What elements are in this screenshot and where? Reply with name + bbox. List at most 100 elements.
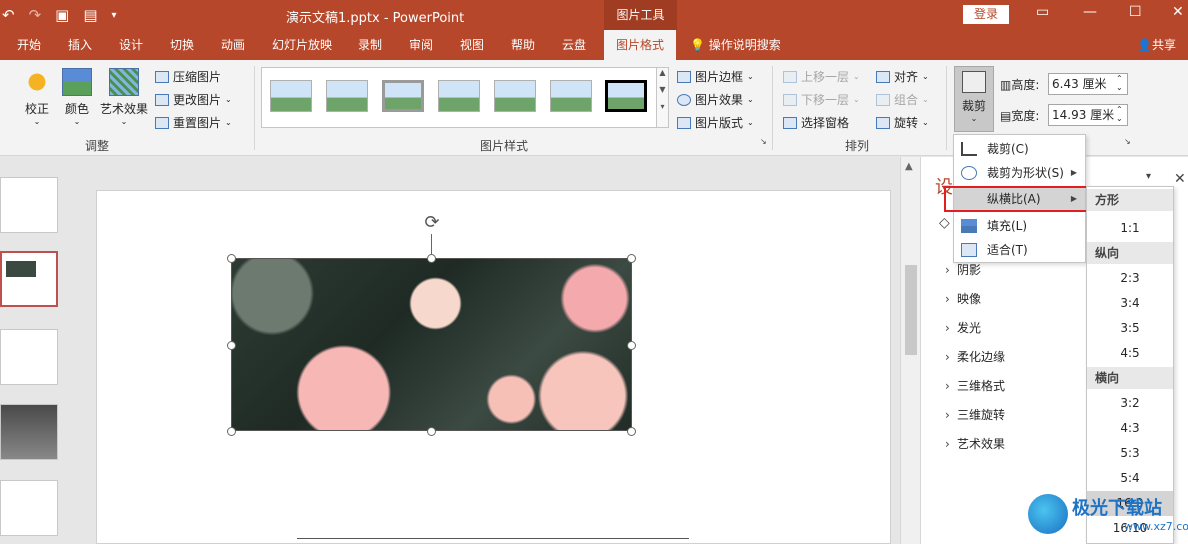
- aspect-1-1[interactable]: 1:1: [1087, 216, 1173, 241]
- slide-thumbnail[interactable]: [0, 480, 58, 536]
- resize-handle-middle-left[interactable]: [227, 341, 236, 350]
- fill-line-icon[interactable]: ◇: [939, 215, 950, 231]
- aspect-5-3[interactable]: 5:3: [1087, 441, 1173, 466]
- tab-slideshow[interactable]: 幻灯片放映: [272, 30, 332, 60]
- redo-icon[interactable]: ↷: [29, 6, 42, 24]
- picture-border-button[interactable]: 图片边框 ⌄: [677, 68, 754, 85]
- maximize-icon[interactable]: ☐: [1129, 4, 1142, 20]
- section-3d-rotation[interactable]: › 三维旋转: [945, 406, 1005, 423]
- section-artistic-effects[interactable]: › 艺术效果: [945, 435, 1005, 452]
- size-dialog-launcher-icon[interactable]: ↘: [1124, 137, 1131, 146]
- picture-style-5[interactable]: [494, 80, 536, 112]
- resize-handle-top-right[interactable]: [627, 254, 636, 263]
- picture-style-6[interactable]: [550, 80, 592, 112]
- scroll-down-icon[interactable]: ▼: [657, 85, 668, 94]
- customize-qat-icon[interactable]: ▾: [112, 10, 117, 21]
- crop-button[interactable]: 裁剪 ⌄: [954, 66, 994, 132]
- color-button[interactable]: 颜色 ⌄: [62, 68, 92, 126]
- send-backward-button[interactable]: 下移一层 ⌄: [783, 91, 860, 108]
- rotate-button[interactable]: 旋转 ⌄: [876, 114, 929, 131]
- aspect-5-4[interactable]: 5:4: [1087, 466, 1173, 491]
- aspect-3-4[interactable]: 3:4: [1087, 291, 1173, 316]
- corrections-button[interactable]: 校正 ⌄: [20, 68, 54, 126]
- aspect-3-5[interactable]: 3:5: [1087, 316, 1173, 341]
- menu-item-crop[interactable]: 裁剪(C): [954, 137, 1085, 161]
- submenu-arrow-icon: ▶: [1070, 168, 1077, 177]
- picture-layout-button[interactable]: 图片版式 ⌄: [677, 114, 754, 131]
- picture-effects-button[interactable]: 图片效果 ⌄: [677, 91, 754, 108]
- section-reflection[interactable]: › 映像: [945, 290, 981, 307]
- close-icon[interactable]: ✕: [1172, 4, 1184, 20]
- print-preview-icon[interactable]: ▤: [83, 6, 97, 24]
- slide-thumbnail[interactable]: [0, 329, 58, 385]
- spinner-height-icon[interactable]: ⌃ ⌄: [1116, 74, 1123, 92]
- group-objects-button[interactable]: 组合 ⌄: [876, 91, 929, 108]
- menu-item-fill[interactable]: 填充(L): [954, 214, 1085, 238]
- slideshow-icon[interactable]: ▣: [55, 6, 69, 24]
- artistic-effects-button[interactable]: 艺术效果 ⌄: [100, 68, 148, 126]
- vertical-scrollbar[interactable]: ▲: [900, 157, 920, 544]
- tab-design[interactable]: 设计: [119, 30, 143, 60]
- tab-home[interactable]: 开始: [17, 30, 41, 60]
- selected-picture-roses[interactable]: [231, 258, 632, 431]
- menu-item-crop-to-shape[interactable]: 裁剪为形状(S) ▶: [954, 161, 1085, 185]
- aspect-4-5[interactable]: 4:5: [1087, 341, 1173, 366]
- tab-record[interactable]: 录制: [358, 30, 382, 60]
- aspect-2-3[interactable]: 2:3: [1087, 266, 1173, 291]
- scroll-up-icon[interactable]: ▲: [657, 68, 668, 77]
- picture-style-7[interactable]: [605, 80, 647, 112]
- resize-handle-bottom-left[interactable]: [227, 427, 236, 436]
- resize-handle-bottom-middle[interactable]: [427, 427, 436, 436]
- slide-thumbnail-selected[interactable]: [0, 251, 58, 307]
- picture-styles-gallery[interactable]: ▲ ▼ ▾: [261, 67, 669, 128]
- slide-thumbnail[interactable]: [0, 404, 58, 460]
- picture-border-label: 图片边框: [695, 70, 744, 84]
- reset-picture-button[interactable]: 重置图片 ⌄: [155, 114, 232, 131]
- more-styles-icon[interactable]: ▾: [657, 102, 668, 111]
- tell-me-search[interactable]: 💡 操作说明搜索: [690, 30, 781, 60]
- change-picture-button[interactable]: 更改图片 ⌄: [155, 91, 232, 108]
- undo-icon[interactable]: ↶: [2, 6, 15, 24]
- resize-handle-bottom-right[interactable]: [627, 427, 636, 436]
- tab-view[interactable]: 视图: [460, 30, 484, 60]
- ribbon-display-options-icon[interactable]: ▭: [1036, 4, 1049, 20]
- gallery-scrollbar[interactable]: ▲ ▼ ▾: [656, 68, 668, 127]
- resize-handle-top-middle[interactable]: [427, 254, 436, 263]
- dialog-launcher-icon[interactable]: ↘: [760, 137, 767, 146]
- section-3d-format[interactable]: › 三维格式: [945, 377, 1005, 394]
- rotate-handle-icon[interactable]: ⟳: [423, 214, 441, 232]
- share-button[interactable]: 👤共享: [1137, 30, 1176, 60]
- section-soft-edges[interactable]: › 柔化边缘: [945, 348, 1005, 365]
- picture-style-4[interactable]: [438, 80, 480, 112]
- picture-style-1[interactable]: [270, 80, 312, 112]
- resize-handle-middle-right[interactable]: [627, 341, 636, 350]
- section-glow[interactable]: › 发光: [945, 319, 981, 336]
- tab-cloud[interactable]: 云盘: [562, 30, 586, 60]
- tab-animations[interactable]: 动画: [221, 30, 245, 60]
- spinner-width-icon[interactable]: ⌃ ⌄: [1116, 105, 1123, 123]
- picture-style-3[interactable]: [382, 80, 424, 112]
- tab-transitions[interactable]: 切换: [170, 30, 194, 60]
- align-button[interactable]: 对齐 ⌄: [876, 68, 929, 85]
- scrollbar-thumb[interactable]: [905, 265, 917, 355]
- menu-item-fit[interactable]: 适合(T): [954, 238, 1085, 262]
- chevron-right-icon: ›: [945, 350, 950, 364]
- pane-close-icon[interactable]: ✕: [1174, 171, 1186, 187]
- picture-style-2[interactable]: [326, 80, 368, 112]
- tab-picture-format[interactable]: 图片格式: [604, 30, 677, 60]
- section-shadow[interactable]: › 阴影: [945, 261, 981, 278]
- scroll-up-icon[interactable]: ▲: [905, 161, 913, 172]
- aspect-3-2[interactable]: 3:2: [1087, 391, 1173, 416]
- bring-forward-button[interactable]: 上移一层 ⌄: [783, 68, 860, 85]
- aspect-4-3[interactable]: 4:3: [1087, 416, 1173, 441]
- tab-help[interactable]: 帮助: [511, 30, 535, 60]
- selection-pane-button[interactable]: 选择窗格: [783, 114, 849, 131]
- minimize-icon[interactable]: —: [1083, 4, 1097, 20]
- resize-handle-top-left[interactable]: [227, 254, 236, 263]
- login-button[interactable]: 登录: [963, 5, 1009, 24]
- tab-insert[interactable]: 插入: [68, 30, 92, 60]
- pane-options-icon[interactable]: ▾: [1146, 171, 1151, 182]
- slide-thumbnail[interactable]: [0, 177, 58, 233]
- compress-pictures-button[interactable]: 压缩图片: [155, 68, 221, 85]
- tab-review[interactable]: 审阅: [409, 30, 433, 60]
